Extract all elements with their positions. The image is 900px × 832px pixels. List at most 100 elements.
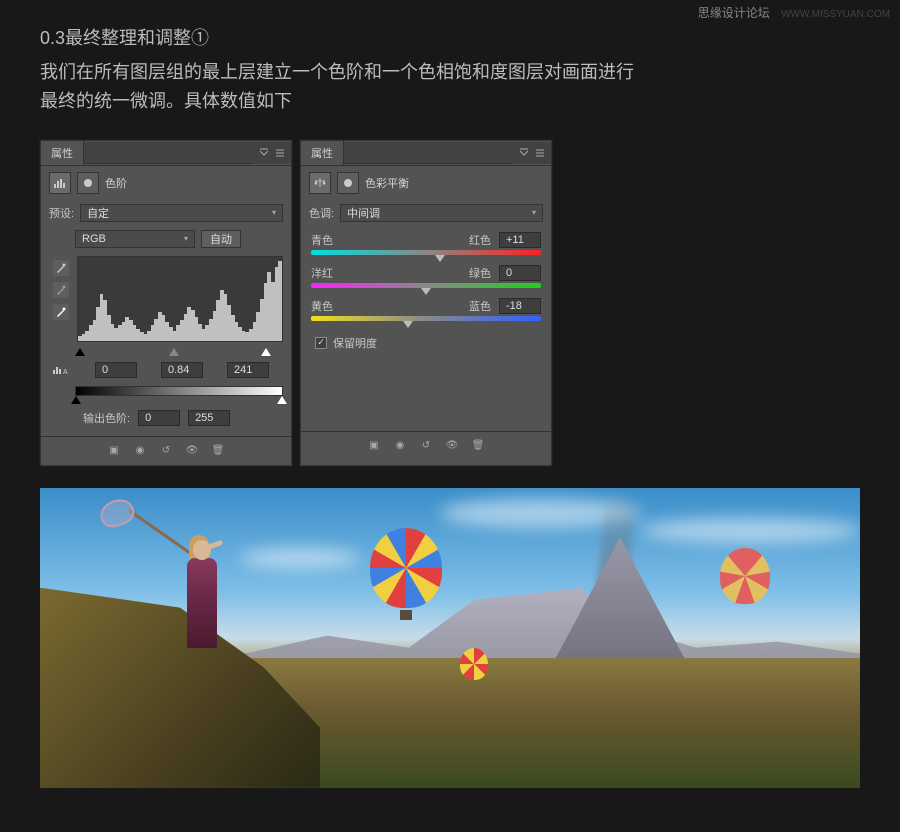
visibility-icon[interactable]: 👁	[182, 443, 202, 459]
slider-knob[interactable]	[435, 255, 445, 262]
adjustment-type-row: 色阶	[41, 166, 291, 200]
tone-dropdown[interactable]: 中间调 ▾	[340, 204, 543, 222]
preserve-luminosity-label: 保留明度	[333, 335, 377, 351]
yellow-blue-row: 黄色 蓝色 -18	[301, 292, 551, 325]
preset-dropdown[interactable]: 自定 ▾	[80, 204, 283, 222]
eyedropper-white-icon[interactable]	[53, 304, 69, 320]
panel-tab[interactable]: 属性	[301, 141, 344, 165]
view-icon[interactable]: ◉	[390, 438, 410, 454]
slider-knob[interactable]	[403, 321, 413, 328]
input-white-field[interactable]: 241	[227, 362, 269, 378]
levels-icon[interactable]	[49, 172, 71, 194]
clip-icon[interactable]: ▣	[364, 438, 384, 454]
panel-footer: ▣ ◉ ↺ 👁 🗑	[301, 431, 551, 460]
cyan-red-slider[interactable]	[311, 250, 541, 255]
magenta-green-slider[interactable]	[311, 283, 541, 288]
panel-footer: ▣ ◉ ↺ 👁 🗑	[41, 436, 291, 465]
tone-value: 中间调	[347, 205, 380, 221]
output-white-handle[interactable]	[277, 396, 287, 404]
channel-dropdown[interactable]: RGB ▾	[75, 230, 195, 248]
magenta-green-row: 洋红 绿色 0	[301, 259, 551, 292]
channel-row: RGB ▾ 自动	[41, 226, 291, 252]
yellow-blue-value[interactable]: -18	[499, 298, 541, 314]
reset-icon[interactable]: ↺	[156, 443, 176, 459]
mask-icon[interactable]	[337, 172, 359, 194]
mask-icon[interactable]	[77, 172, 99, 194]
output-values-row: 输出色阶: 0 255	[41, 402, 291, 432]
butterfly-net-head	[97, 495, 138, 531]
eyedropper-black-icon[interactable]	[53, 260, 69, 276]
yellow-label: 黄色	[311, 298, 333, 314]
chevron-down-icon: ▾	[272, 208, 276, 217]
auto-button[interactable]: 自动	[201, 230, 241, 248]
output-black-field[interactable]: 0	[138, 410, 180, 426]
tone-label: 色调:	[309, 205, 334, 221]
adjustment-name: 色阶	[105, 175, 127, 191]
output-white-field[interactable]: 255	[188, 410, 230, 426]
output-gradient[interactable]	[75, 386, 283, 396]
histogram-area	[41, 252, 291, 346]
input-slider-track[interactable]	[75, 348, 283, 356]
input-gamma-field[interactable]: 0.84	[161, 362, 203, 378]
eyedropper-column	[49, 256, 73, 342]
clip-icon[interactable]: ▣	[104, 443, 124, 459]
balance-icon[interactable]	[309, 172, 331, 194]
chevron-down-icon: ▾	[532, 208, 536, 217]
menu-icon[interactable]	[275, 148, 285, 158]
balloon-small	[460, 648, 488, 680]
preset-value: 自定	[87, 205, 109, 221]
black-point-handle[interactable]	[75, 348, 85, 356]
preserve-luminosity-checkbox[interactable]: ✓	[315, 337, 327, 349]
step-title: 0.3最终整理和调整①	[40, 24, 860, 50]
step-desc-line2: 最终的统一微调。具体数值如下	[40, 87, 860, 116]
visibility-icon[interactable]: 👁	[442, 438, 462, 454]
blue-label: 蓝色	[469, 298, 491, 314]
cyan-red-row: 青色 红色 +11	[301, 226, 551, 259]
balloon-large	[370, 528, 442, 608]
watermark-text: 思缘设计论坛	[698, 6, 770, 20]
tone-row: 色调: 中间调 ▾	[301, 200, 551, 226]
preserve-luminosity-row: ✓ 保留明度	[301, 325, 551, 357]
result-image	[40, 488, 860, 788]
panel-tab[interactable]: 属性	[41, 141, 84, 165]
output-label: 输出色阶:	[83, 410, 130, 426]
adjustment-type-row: 色彩平衡	[301, 166, 551, 200]
color-balance-panel: 属性 色彩平衡 色调: 中间调 ▾ 青色 红色 +11	[300, 140, 552, 466]
trash-icon[interactable]: 🗑	[208, 443, 228, 459]
green-label: 绿色	[469, 265, 491, 281]
magenta-label: 洋红	[311, 265, 333, 281]
girl-figure	[175, 508, 230, 648]
view-icon[interactable]: ◉	[130, 443, 150, 459]
panels-row: 属性 色阶 预设: 自定 ▾ RGB ▾ 自动	[0, 126, 900, 466]
svg-text:A: A	[63, 369, 68, 375]
histogram[interactable]	[77, 256, 283, 342]
collapse-icon[interactable]	[519, 148, 529, 158]
menu-icon[interactable]	[535, 148, 545, 158]
gamma-handle[interactable]	[169, 348, 179, 356]
chevron-down-icon: ▾	[184, 234, 188, 243]
output-black-handle[interactable]	[71, 396, 81, 404]
eyedropper-gray-icon[interactable]	[53, 282, 69, 298]
cyan-red-value[interactable]: +11	[499, 232, 541, 248]
levels-small-icon: A	[49, 365, 71, 375]
yellow-blue-slider[interactable]	[311, 316, 541, 321]
cyan-label: 青色	[311, 232, 333, 248]
balloon-right	[720, 548, 770, 604]
magenta-green-value[interactable]: 0	[499, 265, 541, 281]
panel-titlebar: 属性	[41, 141, 291, 166]
adjustment-name: 色彩平衡	[365, 175, 409, 191]
input-black-field[interactable]: 0	[95, 362, 137, 378]
collapse-icon[interactable]	[259, 148, 269, 158]
trash-icon[interactable]: 🗑	[468, 438, 488, 454]
channel-value: RGB	[82, 233, 106, 245]
input-values-row: A 0 0.84 241	[41, 360, 291, 380]
slider-knob[interactable]	[421, 288, 431, 295]
panel-titlebar: 属性	[301, 141, 551, 166]
reset-icon[interactable]: ↺	[416, 438, 436, 454]
preset-row: 预设: 自定 ▾	[41, 200, 291, 226]
white-point-handle[interactable]	[261, 348, 271, 356]
watermark: 思缘设计论坛 WWW.MISSYUAN.COM	[698, 4, 890, 21]
step-desc-line1: 我们在所有图层组的最上层建立一个色阶和一个色相饱和度图层对画面进行	[40, 58, 860, 87]
preset-label: 预设:	[49, 205, 74, 221]
levels-panel: 属性 色阶 预设: 自定 ▾ RGB ▾ 自动	[40, 140, 292, 466]
